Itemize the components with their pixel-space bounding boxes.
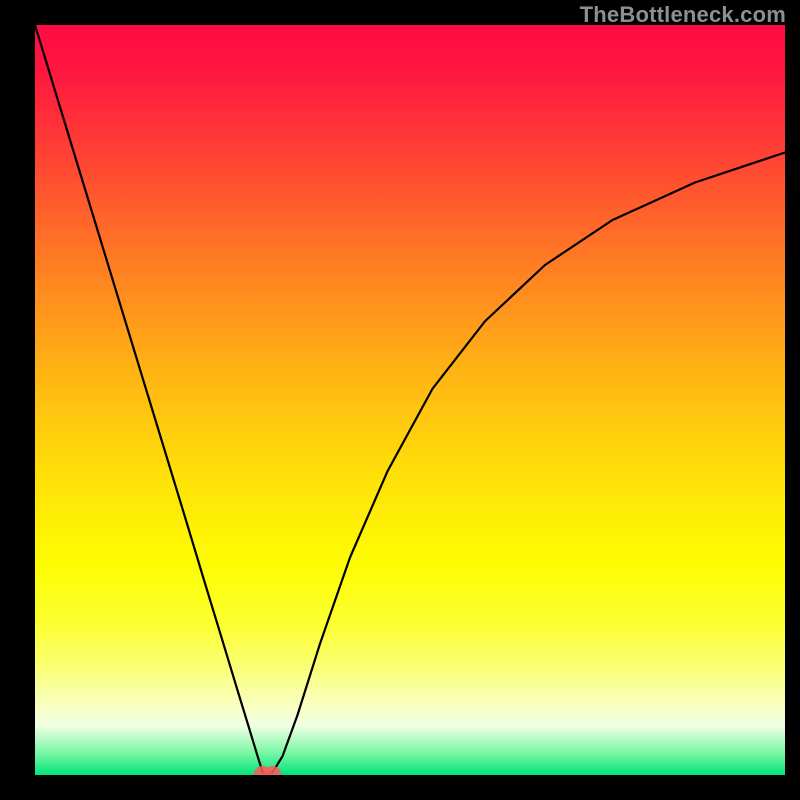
bottleneck-chart — [35, 25, 785, 775]
chart-background — [35, 25, 785, 775]
watermark-text: TheBottleneck.com — [580, 2, 786, 28]
chart-frame — [35, 25, 785, 775]
